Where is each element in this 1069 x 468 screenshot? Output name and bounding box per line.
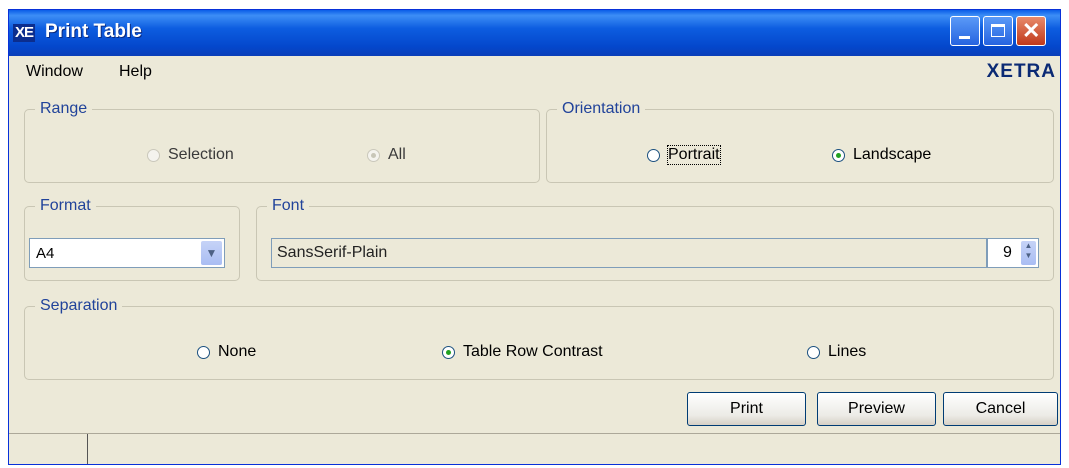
orientation-landscape-label: Landscape [853, 146, 932, 163]
separation-legend: Separation [35, 297, 123, 315]
close-button[interactable]: ✕ [1016, 16, 1046, 46]
orientation-portrait-label: Portrait [667, 145, 721, 165]
maximize-button[interactable] [983, 16, 1013, 46]
range-legend: Range [35, 100, 93, 118]
range-group: Range Selection All [24, 100, 540, 183]
status-divider [87, 434, 88, 464]
format-dropdown[interactable]: A4 ▼ [29, 238, 225, 268]
minimize-button[interactable] [950, 16, 980, 46]
separation-row-contrast-radio[interactable]: Table Row Contrast [442, 343, 603, 361]
separation-none-label: None [218, 343, 257, 360]
radio-indicator [807, 345, 820, 359]
chevron-down-icon[interactable]: ▼ [201, 241, 222, 265]
menu-bar: Window Help XETRA [9, 56, 1060, 88]
font-size-value: 9 [1003, 244, 1012, 261]
preview-button[interactable]: Preview [817, 392, 936, 426]
separation-row-contrast-label: Table Row Contrast [463, 343, 603, 360]
font-size-spinner[interactable]: 9 ▲ ▼ [987, 238, 1039, 268]
orientation-landscape-radio[interactable]: Landscape [832, 146, 931, 164]
radio-indicator [197, 345, 210, 359]
range-selection-radio[interactable]: Selection [147, 146, 234, 164]
font-name-field[interactable]: SansSerif-Plain [271, 238, 987, 268]
font-legend: Font [267, 197, 310, 215]
format-value: A4 [36, 245, 55, 262]
radio-indicator [442, 345, 455, 359]
app-icon: XE [13, 24, 36, 42]
close-icon: ✕ [1022, 18, 1041, 43]
radio-indicator [147, 148, 160, 162]
orientation-portrait-radio[interactable]: Portrait [647, 145, 721, 165]
radio-indicator [832, 148, 845, 162]
print-button[interactable]: Print [687, 392, 806, 426]
range-all-label: All [388, 146, 406, 163]
separation-none-radio[interactable]: None [197, 343, 256, 361]
radio-indicator [647, 148, 660, 162]
title-bar[interactable]: XE Print Table ✕ [9, 10, 1060, 56]
brand-logo: XETRA [986, 61, 1056, 82]
menu-help[interactable]: Help [119, 63, 152, 81]
menu-window[interactable]: Window [26, 63, 83, 81]
range-all-radio[interactable]: All [367, 146, 406, 164]
minimize-icon [959, 36, 970, 39]
range-selection-label: Selection [168, 146, 234, 163]
separation-lines-label: Lines [828, 343, 867, 360]
window-title: Print Table [45, 21, 142, 42]
spinner-arrows-icon[interactable]: ▲ ▼ [1021, 241, 1036, 265]
format-legend: Format [35, 197, 96, 215]
radio-indicator [367, 148, 380, 162]
orientation-legend: Orientation [557, 100, 646, 118]
separation-group: Separation None Table Row Contrast Lines [24, 297, 1054, 380]
maximize-icon [991, 24, 1005, 37]
orientation-group: Orientation Portrait Landscape [546, 100, 1054, 183]
separation-lines-radio[interactable]: Lines [807, 343, 866, 361]
print-table-window: XE Print Table ✕ Window Help XETRA Range… [8, 9, 1061, 465]
cancel-button[interactable]: Cancel [943, 392, 1058, 426]
font-name-value: SansSerif-Plain [277, 244, 388, 261]
status-bar [9, 433, 1060, 464]
